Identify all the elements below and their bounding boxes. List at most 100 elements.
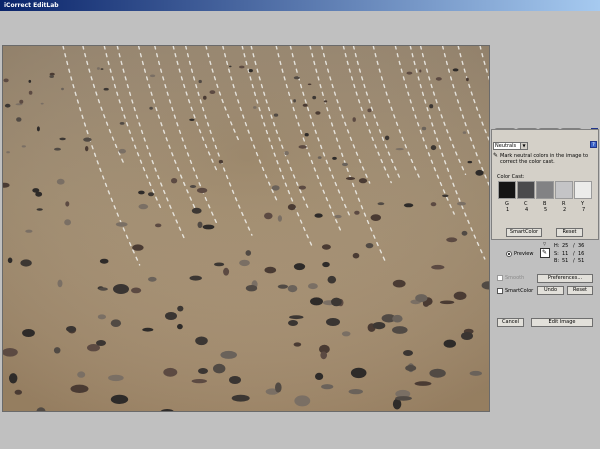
pebble: [284, 151, 289, 156]
preview-radio[interactable]: [506, 251, 512, 257]
panel-reset-button[interactable]: Reset: [556, 228, 583, 237]
pebble: [421, 126, 427, 131]
pebble: [85, 146, 89, 152]
undo-button[interactable]: Undo: [537, 286, 564, 295]
pebble: [231, 394, 250, 402]
sample-color-icon: ✎: [540, 248, 550, 258]
pebble: [277, 215, 282, 222]
pebble: [354, 210, 360, 215]
instruction-text: Mark neutral colors in the image to corr…: [500, 153, 589, 165]
pebble: [40, 102, 44, 105]
swatch-g-value: 1: [506, 207, 510, 213]
swatch-g[interactable]: [498, 181, 516, 199]
pebble: [83, 137, 92, 142]
pebble: [370, 214, 381, 222]
pebble: [314, 213, 323, 218]
pebble: [461, 230, 468, 236]
pebble: [96, 67, 100, 70]
cancel-button[interactable]: Cancel: [497, 318, 524, 327]
triangle-marker-icon: ▽: [543, 241, 547, 246]
mode-select[interactable]: Neutrals ▼: [493, 142, 528, 150]
pebble: [197, 221, 203, 228]
pebble: [103, 87, 109, 91]
pebble: [119, 122, 125, 125]
pebble: [405, 365, 417, 372]
pebble: [392, 326, 408, 334]
pebble: [350, 367, 367, 379]
pebble: [131, 287, 142, 294]
pebble: [202, 224, 215, 230]
edit-image-button[interactable]: Edit Image: [531, 318, 593, 327]
pebble: [277, 284, 288, 289]
swatch-y[interactable]: [574, 181, 592, 199]
panel-help-icon[interactable]: ?: [590, 141, 597, 148]
pebble: [218, 159, 223, 164]
pebble: [32, 188, 40, 193]
pebble: [118, 148, 127, 154]
pebble: [189, 185, 197, 188]
pebble: [165, 312, 177, 320]
pebble: [321, 244, 331, 250]
swatch-b[interactable]: [536, 181, 554, 199]
pebble: [198, 368, 208, 374]
swatch-c[interactable]: [517, 181, 535, 199]
pebble: [142, 327, 154, 332]
pebble: [342, 162, 348, 167]
smooth-label: Smooth: [505, 275, 525, 281]
pebble: [209, 90, 216, 94]
pebble: [61, 87, 64, 91]
pebble: [320, 351, 328, 360]
pebble: [298, 145, 307, 149]
smartcolor-checkbox[interactable]: [497, 288, 503, 294]
smooth-checkbox[interactable]: [497, 275, 503, 281]
pebble: [195, 336, 208, 346]
pebble: [264, 212, 273, 220]
pebble: [315, 372, 324, 380]
pebble: [287, 285, 298, 293]
swatch-b-value: 5: [544, 207, 548, 213]
pebble: [239, 65, 245, 69]
pebble: [293, 342, 302, 347]
b-label: B:: [554, 258, 560, 264]
pebble: [415, 294, 428, 303]
pebble: [53, 347, 61, 354]
pebble: [348, 389, 363, 395]
pebble: [96, 340, 106, 346]
pebble: [59, 137, 66, 141]
pebble: [171, 178, 178, 184]
pebble: [467, 160, 473, 164]
pebble: [392, 314, 403, 323]
eyedropper-icon[interactable]: ✎: [493, 153, 498, 159]
chevron-down-icon[interactable]: ▼: [520, 143, 527, 149]
pebble: [77, 371, 86, 378]
pebble: [334, 214, 342, 219]
pebble: [406, 71, 413, 75]
pebble: [293, 99, 296, 103]
pebble: [21, 145, 26, 148]
pebble: [198, 79, 202, 84]
pebble: [289, 315, 304, 320]
pebble: [70, 384, 89, 393]
swatch-r[interactable]: [555, 181, 573, 199]
s-value-1: 11: [562, 251, 569, 257]
pebble: [457, 201, 466, 206]
pebble: [372, 322, 386, 330]
pebble: [98, 287, 108, 291]
pebble: [326, 318, 340, 326]
pebble: [395, 396, 412, 401]
pebble: [377, 202, 385, 206]
pebble: [403, 350, 413, 356]
pebble: [229, 376, 241, 384]
pebble: [264, 266, 277, 274]
image-preview[interactable]: [2, 45, 490, 412]
pebble: [327, 275, 337, 284]
swatch-y-value: 7: [582, 207, 586, 213]
pebble: [214, 262, 225, 267]
pebble: [419, 69, 422, 73]
pebble: [439, 300, 455, 305]
reset-button[interactable]: Reset: [567, 286, 593, 295]
pebble: [307, 83, 312, 86]
preferences-button[interactable]: Preferences...: [537, 274, 593, 283]
pebble: [66, 326, 76, 332]
panel-smartcolor-button[interactable]: SmartColor: [506, 228, 542, 237]
